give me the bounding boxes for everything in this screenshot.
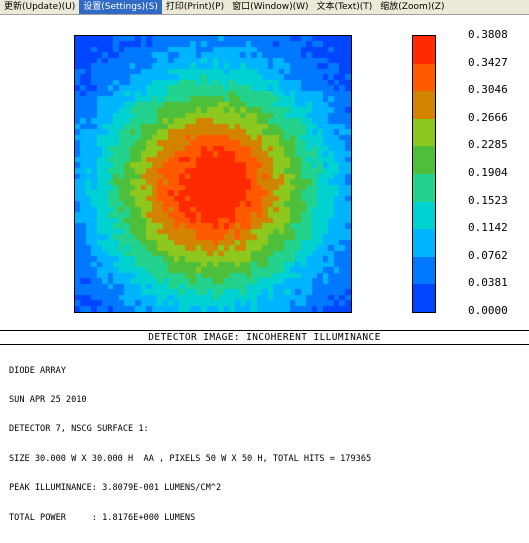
menu-zoom[interactable]: 缩放(Zoom)(Z) — [376, 0, 448, 14]
color-scale-tick-label: 0.3046 — [468, 83, 508, 97]
color-scale-block — [413, 118, 435, 147]
color-scale-block — [413, 284, 435, 312]
menu-update[interactable]: 更新(Update)(U) — [0, 0, 79, 14]
color-scale-block — [413, 201, 435, 230]
color-scale-tick-label: 0.2285 — [468, 138, 508, 152]
color-scale-tick-label: 0.1904 — [468, 166, 508, 179]
info-line-detector: DETECTOR 7, NSCG SURFACE 1: — [9, 424, 149, 435]
info-line-size: SIZE 30.000 W X 30.000 H AA , PIXELS 50 … — [9, 453, 372, 464]
color-scale-block — [413, 36, 435, 64]
info-line-label: DIODE ARRAY — [9, 365, 66, 376]
color-scale-tick-label: 0.3808 — [468, 28, 508, 41]
menu-window[interactable]: 窗口(Window)(W) — [228, 0, 312, 14]
illuminance-heatmap — [74, 35, 352, 313]
info-line-power: TOTAL POWER : 1.8176E+000 LUMENS — [9, 512, 196, 523]
title-divider-bottom — [0, 344, 529, 345]
color-scale-bar — [412, 35, 436, 313]
menu-text[interactable]: 文本(Text)(T) — [313, 0, 377, 14]
color-scale-tick-label: 0.2666 — [468, 110, 508, 124]
color-scale-tick-label: 0.0381 — [468, 276, 508, 290]
menu-print[interactable]: 打印(Print)(P) — [162, 0, 228, 14]
color-scale-block — [413, 91, 435, 119]
color-scale-tick-label: 0.0762 — [468, 248, 508, 262]
color-scale-tick-label: 0.1142 — [468, 221, 508, 235]
heatmap-canvas — [75, 36, 351, 312]
color-scale-tick-label: 0.3427 — [468, 55, 508, 69]
detector-title: DETECTOR IMAGE: INCOHERENT ILLUMINANCE — [148, 332, 381, 343]
plot-canvas: 0.3808 0.3427 0.3046 0.2666 0.2285 0.1904 0.15… — [0, 15, 529, 522]
menu-bar: 更新(Update)(U) 设置(Settings)(S) 打印(Print)(… — [0, 0, 529, 15]
color-scale-block — [413, 173, 435, 202]
info-line-peak: PEAK ILLUMINANCE: 3.8079E-001 LUMENS/CM^… — [9, 483, 222, 494]
info-text-block: DIODE ARRAY SUN APR 25 2010 DETECTOR 7, … — [9, 347, 371, 543]
color-scale-block — [413, 63, 435, 92]
color-scale-block — [413, 256, 435, 285]
menu-settings[interactable]: 设置(Settings)(S) — [79, 0, 162, 14]
color-scale-tick-label: 0.0000 — [468, 304, 508, 317]
info-line-date: SUN APR 25 2010 — [9, 394, 87, 405]
color-scale-tick-label: 0.1523 — [468, 193, 508, 207]
color-scale-block — [413, 146, 435, 174]
color-scale-block — [413, 229, 435, 257]
